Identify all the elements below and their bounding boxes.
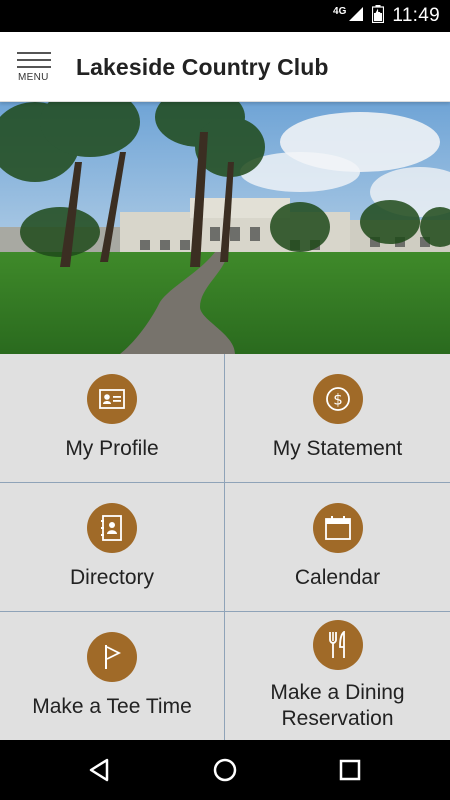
signal-icon bbox=[348, 6, 364, 27]
tile-label: Directory bbox=[69, 566, 154, 589]
address-book-icon bbox=[87, 503, 137, 553]
golf-flag-icon bbox=[87, 632, 137, 682]
hamburger-icon bbox=[17, 52, 51, 73]
navigation-bar bbox=[0, 740, 450, 800]
tile-make-dining-reservation[interactable]: Make a Dining Reservation bbox=[225, 612, 450, 741]
dollar-icon: $ bbox=[312, 374, 363, 424]
tile-calendar[interactable]: Calendar bbox=[225, 483, 450, 612]
recents-icon[interactable] bbox=[335, 755, 365, 785]
menu-label: MENU bbox=[18, 72, 49, 83]
tile-my-statement[interactable]: $ My Statement bbox=[225, 354, 450, 483]
tile-directory[interactable]: Directory bbox=[0, 483, 225, 612]
tile-label: My Profile bbox=[65, 437, 159, 460]
status-bar: 4G 11:49 bbox=[0, 0, 450, 32]
feature-grid: My Profile $ My Statement Directory Cale… bbox=[0, 354, 450, 741]
svg-text:$: $ bbox=[333, 391, 343, 409]
tile-my-profile[interactable]: My Profile bbox=[0, 354, 225, 483]
clubhouse-photo bbox=[0, 102, 450, 354]
clock: 11:49 bbox=[392, 5, 440, 26]
tile-label: Make a Tee Time bbox=[32, 695, 192, 718]
fork-knife-icon bbox=[312, 620, 363, 670]
home-icon[interactable] bbox=[210, 755, 240, 785]
battery-icon bbox=[372, 4, 385, 28]
tile-label: Calendar bbox=[294, 566, 381, 589]
tile-make-tee-time[interactable]: Make a Tee Time bbox=[0, 612, 225, 741]
app-title: Lakeside Country Club bbox=[76, 54, 329, 80]
network-type: 4G bbox=[333, 5, 347, 17]
back-icon[interactable] bbox=[85, 755, 115, 785]
tile-label: My Statement bbox=[272, 437, 403, 460]
tile-label: Make a Dining Reservation bbox=[270, 681, 405, 730]
calendar-icon bbox=[312, 503, 363, 553]
menu-button[interactable]: MENU bbox=[17, 50, 53, 86]
id-card-icon bbox=[87, 374, 137, 424]
app-bar: MENU Lakeside Country Club bbox=[0, 32, 450, 102]
